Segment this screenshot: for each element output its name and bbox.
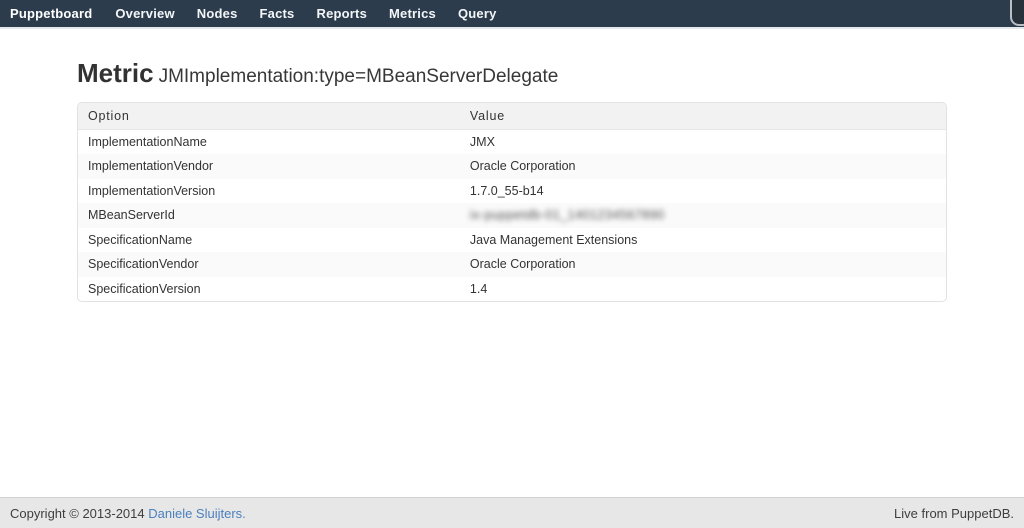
nav-item-query[interactable]: Query: [447, 6, 508, 21]
author-link[interactable]: Daniele Sluijters.: [148, 506, 246, 521]
table-row: MBeanServerId ix-puppetdb-01_140123456789…: [78, 203, 946, 228]
option-cell: SpecificationVersion: [78, 277, 460, 302]
table-row: ImplementationNameJMX: [78, 129, 946, 154]
table-row: SpecificationVersion1.4: [78, 277, 946, 302]
metric-table: Option Value ImplementationNameJMXImplem…: [78, 103, 946, 302]
option-cell: MBeanServerId: [78, 203, 460, 228]
navbar-brand[interactable]: Puppetboard: [10, 6, 92, 21]
table-row: SpecificationVendorOracle Corporation: [78, 252, 946, 277]
table-row: ImplementationVersion1.7.0_55-b14: [78, 179, 946, 204]
scrollbar-thumb[interactable]: [1010, 0, 1024, 26]
metric-table-container: Option Value ImplementationNameJMXImplem…: [77, 102, 947, 303]
value-cell: Oracle Corporation: [460, 154, 946, 179]
value-cell: Java Management Extensions: [460, 228, 946, 253]
redacted-value: ix-puppetdb-01_1401234567890: [470, 208, 665, 222]
value-cell: ix-puppetdb-01_1401234567890: [460, 203, 946, 228]
page-title: MetricJMImplementation:type=MBeanServerD…: [77, 59, 947, 89]
table-header-row: Option Value: [78, 103, 946, 130]
table-row: ImplementationVendorOracle Corporation: [78, 154, 946, 179]
nav-item-metrics[interactable]: Metrics: [378, 6, 447, 21]
nav-item-overview[interactable]: Overview: [104, 6, 185, 21]
option-cell: ImplementationName: [78, 129, 460, 154]
copyright: Copyright © 2013-2014 Daniele Sluijters.: [10, 506, 246, 521]
footer-status: Live from PuppetDB.: [894, 506, 1014, 521]
page-title-prefix: Metric: [77, 58, 154, 88]
value-cell: 1.4: [460, 277, 946, 302]
value-cell: JMX: [460, 129, 946, 154]
column-header-option: Option: [78, 103, 460, 130]
main-content: MetricJMImplementation:type=MBeanServerD…: [0, 59, 1024, 302]
metric-name: JMImplementation:type=MBeanServerDelegat…: [159, 66, 559, 87]
nav-item-facts[interactable]: Facts: [249, 6, 306, 21]
navbar: Puppetboard OverviewNodesFactsReportsMet…: [0, 0, 1024, 29]
footer: Copyright © 2013-2014 Daniele Sluijters.…: [0, 497, 1024, 528]
option-cell: ImplementationVersion: [78, 179, 460, 204]
option-cell: SpecificationName: [78, 228, 460, 253]
option-cell: SpecificationVendor: [78, 252, 460, 277]
copyright-text: Copyright © 2013-2014: [10, 506, 148, 521]
column-header-value: Value: [460, 103, 946, 130]
nav-item-nodes[interactable]: Nodes: [186, 6, 249, 21]
nav-item-reports[interactable]: Reports: [306, 6, 379, 21]
value-cell: 1.7.0_55-b14: [460, 179, 946, 204]
table-row: SpecificationNameJava Management Extensi…: [78, 228, 946, 253]
option-cell: ImplementationVendor: [78, 154, 460, 179]
navbar-items: OverviewNodesFactsReportsMetricsQuery: [104, 6, 507, 21]
value-cell: Oracle Corporation: [460, 252, 946, 277]
